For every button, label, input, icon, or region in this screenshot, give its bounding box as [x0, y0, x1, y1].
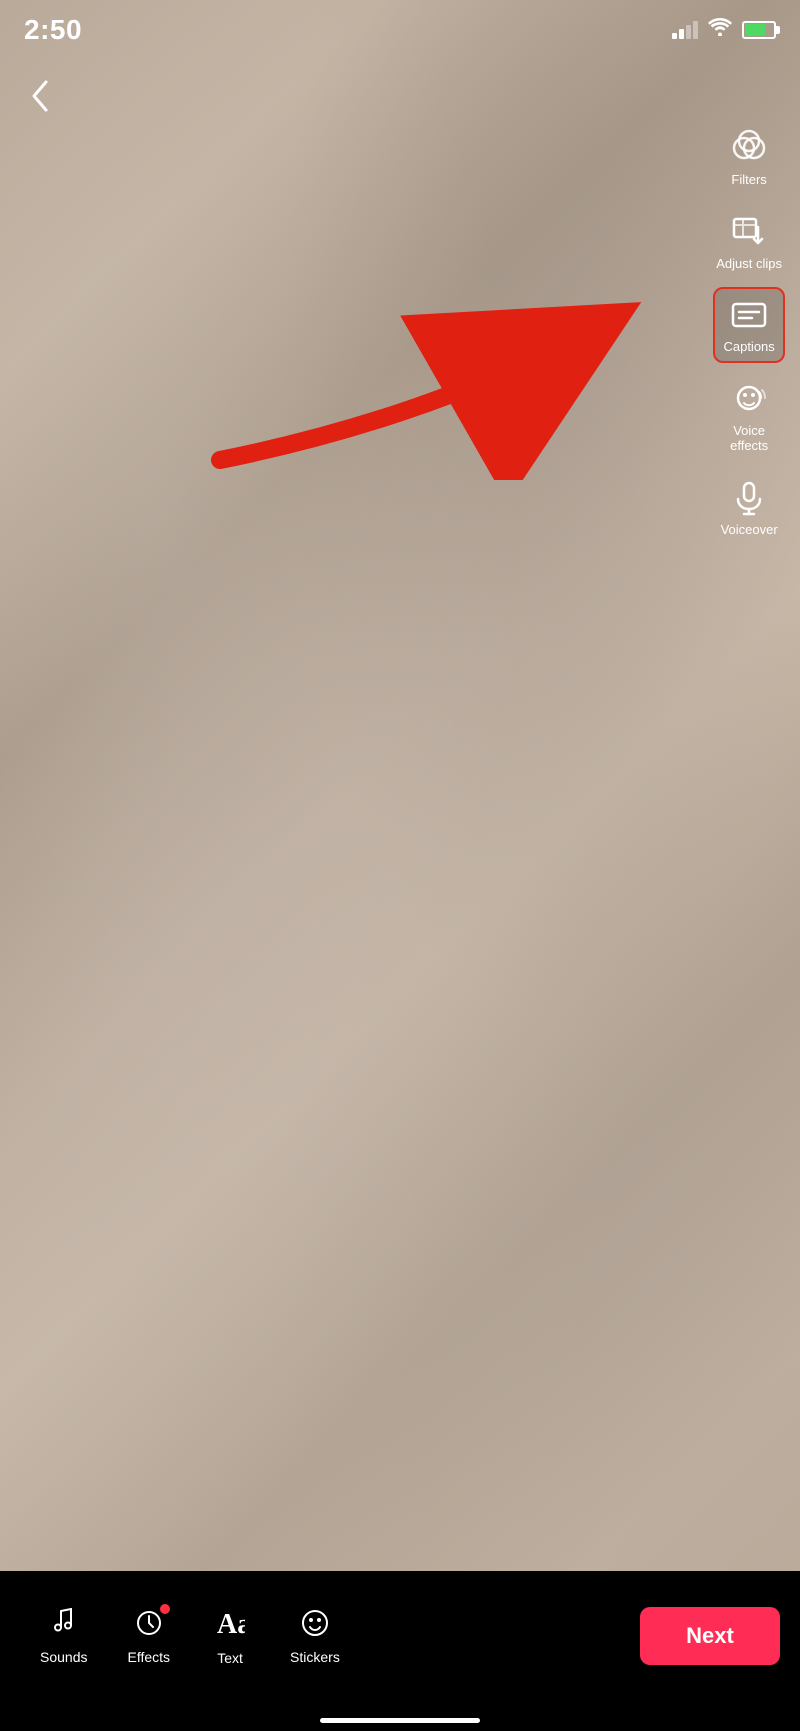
filters-icon	[729, 128, 769, 168]
voiceover-button[interactable]: Voiceover	[715, 470, 784, 546]
wifi-icon	[708, 18, 732, 42]
voiceover-icon	[729, 478, 769, 518]
adjust-clips-icon	[729, 212, 769, 252]
sounds-label: Sounds	[40, 1649, 87, 1665]
status-time: 2:50	[24, 14, 82, 46]
stickers-nav-item[interactable]: Stickers	[270, 1598, 360, 1675]
voice-effects-button[interactable]: Voice effects	[723, 371, 775, 462]
battery-icon	[742, 21, 776, 39]
sounds-icon	[49, 1608, 79, 1643]
effects-nav-item[interactable]: Effects	[107, 1598, 190, 1675]
adjust-clips-button[interactable]: Adjust clips	[710, 204, 788, 280]
captions-button[interactable]: Captions	[713, 287, 784, 363]
home-indicator	[320, 1718, 480, 1723]
bottom-toolbar: Sounds Effects Aa Text	[0, 1571, 800, 1731]
effects-icon	[134, 1608, 164, 1643]
text-label: Text	[217, 1650, 243, 1666]
stickers-icon	[300, 1608, 330, 1643]
status-bar: 2:50	[0, 0, 800, 60]
next-button[interactable]: Next	[640, 1607, 780, 1665]
right-toolbar: Filters Adjust clips Captions	[710, 120, 788, 546]
signal-icon	[672, 21, 698, 39]
effects-label: Effects	[127, 1649, 170, 1665]
back-button[interactable]	[20, 70, 58, 130]
filters-label: Filters	[731, 172, 766, 188]
video-background	[0, 0, 800, 1731]
adjust-clips-label: Adjust clips	[716, 256, 782, 272]
captions-label: Captions	[723, 339, 774, 355]
voice-effects-icon	[729, 379, 769, 419]
text-nav-item[interactable]: Aa Text	[190, 1597, 270, 1676]
status-icons	[672, 18, 776, 42]
stickers-label: Stickers	[290, 1649, 340, 1665]
bottom-nav: Sounds Effects Aa Text	[20, 1597, 640, 1676]
text-icon: Aa	[215, 1607, 245, 1644]
svg-text:Aa: Aa	[217, 1609, 245, 1639]
sounds-nav-item[interactable]: Sounds	[20, 1598, 107, 1675]
notification-dot	[160, 1604, 170, 1614]
filters-button[interactable]: Filters	[723, 120, 775, 196]
voiceover-label: Voiceover	[721, 522, 778, 538]
captions-icon	[729, 295, 769, 335]
voice-effects-label: Voice effects	[730, 423, 768, 454]
